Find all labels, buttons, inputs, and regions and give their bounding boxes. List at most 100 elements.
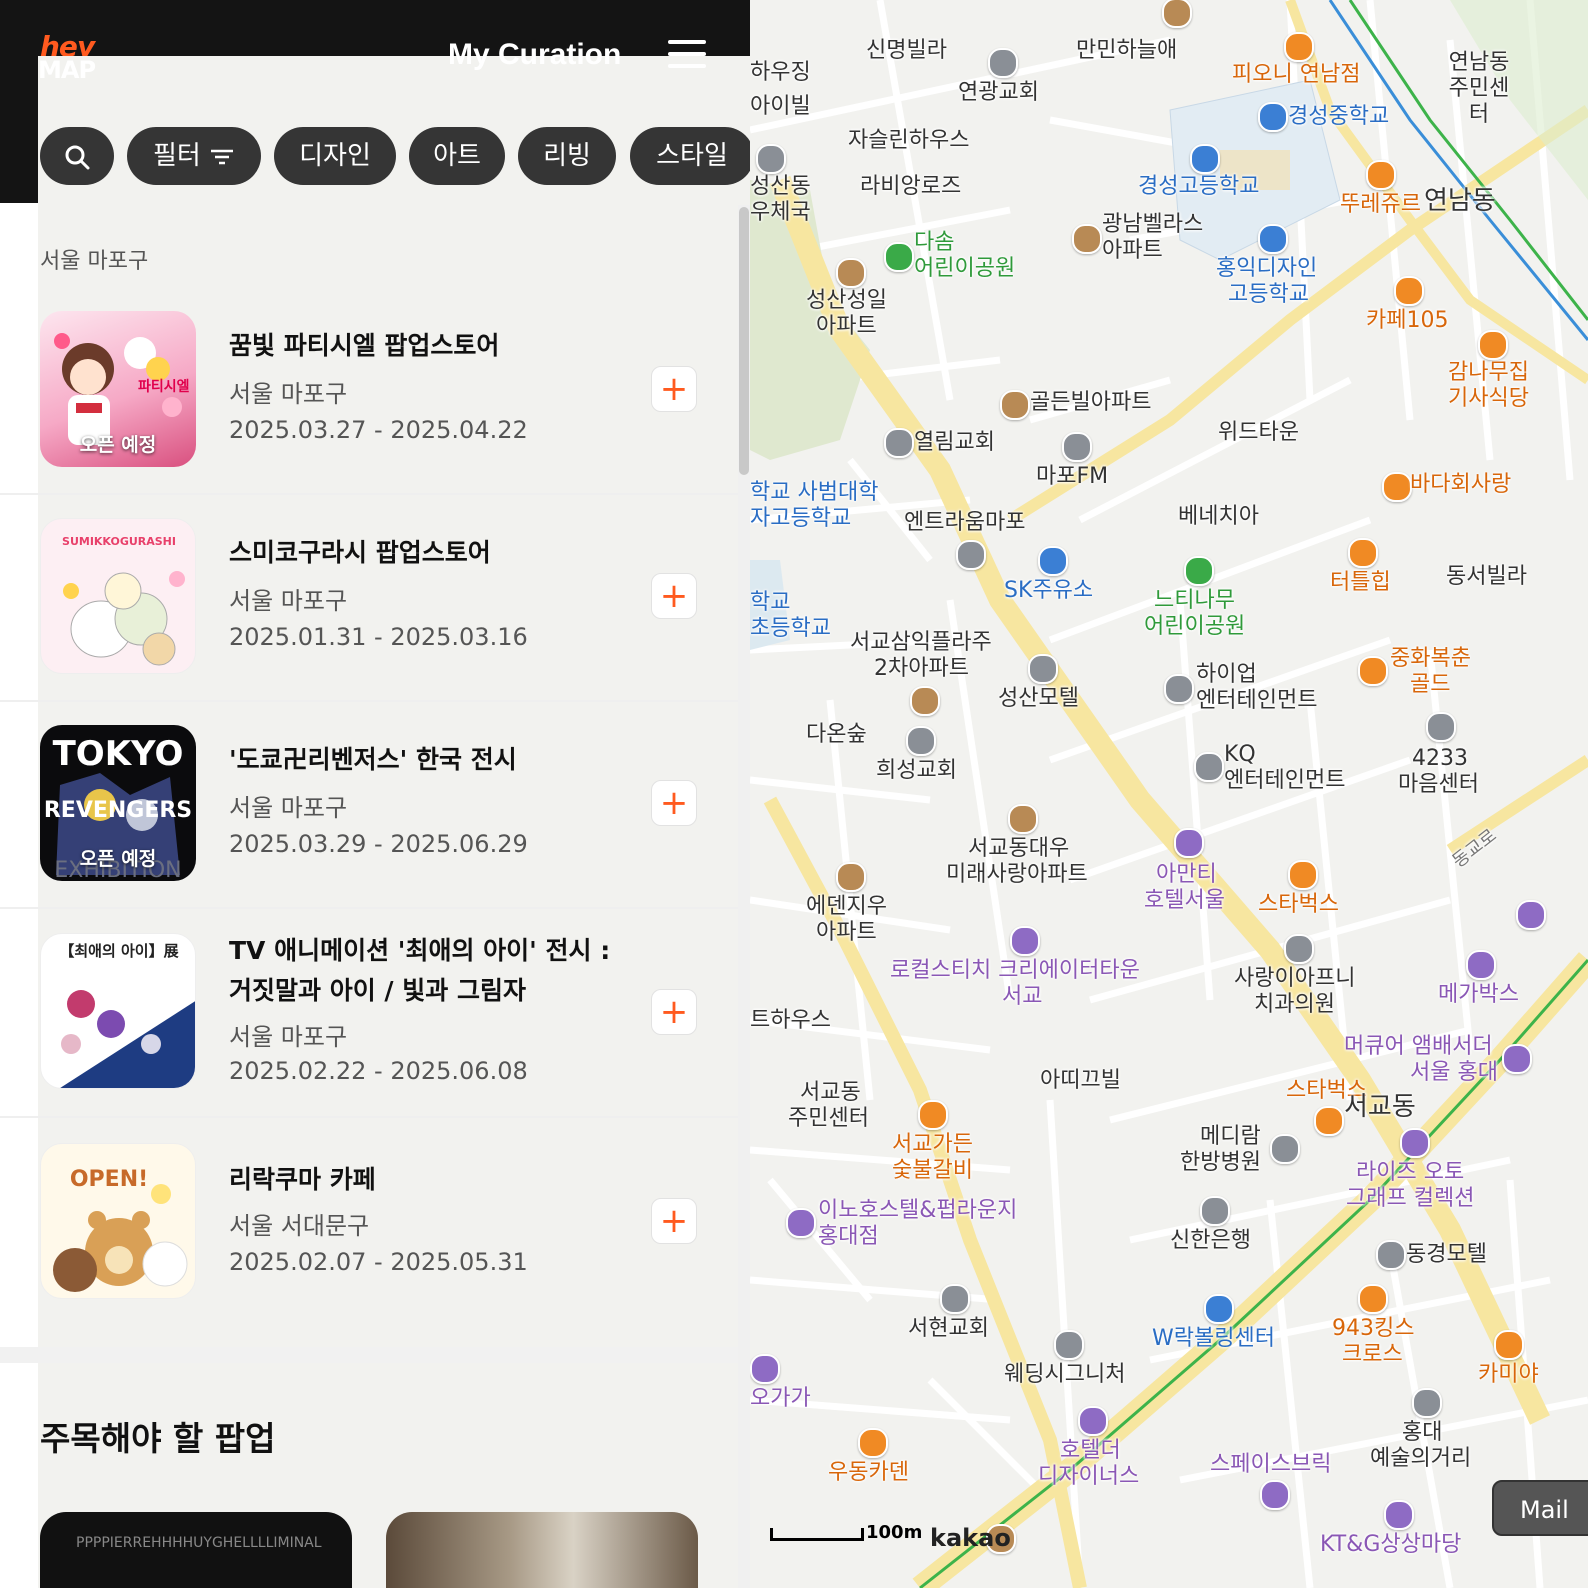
place-pin[interactable] <box>1054 1330 1084 1360</box>
map-label[interactable]: 4233 <box>1412 746 1468 772</box>
scrollbar-thumb[interactable] <box>739 207 749 475</box>
map-label[interactable]: 그래프 컬렉션 <box>1346 1186 1474 1212</box>
place-pin[interactable] <box>750 1354 780 1384</box>
map-label[interactable]: 우체국 <box>750 200 811 226</box>
search-button[interactable] <box>40 127 114 185</box>
filter-button[interactable]: 필터 <box>127 127 261 185</box>
popup-card[interactable]: PPPPIERREHHHHUYGHELLLLIMINAL <box>40 1512 352 1588</box>
map-label[interactable]: 오가가 <box>750 1386 811 1412</box>
place-pin[interactable] <box>1162 0 1192 28</box>
map-label[interactable]: 서교 <box>1002 984 1042 1010</box>
place-pin[interactable] <box>858 1428 888 1458</box>
map-label[interactable]: 엔트라움마포 <box>904 510 1025 536</box>
map-label[interactable]: 마음센터 <box>1398 772 1479 798</box>
place-pin[interactable] <box>1164 674 1194 704</box>
chip-style[interactable]: 스타일 <box>630 127 750 185</box>
place-pin[interactable] <box>884 428 914 458</box>
map-label[interactable]: 홍익디자인 <box>1216 256 1317 282</box>
map-label[interactable]: 호텔더 <box>1060 1438 1121 1464</box>
map-label[interactable]: 아띠끄빌 <box>1040 1068 1121 1094</box>
map-label[interactable]: 신한은행 <box>1170 1228 1251 1254</box>
map-label[interactable]: 동서빌라 <box>1446 564 1527 590</box>
place-pin[interactable] <box>1190 144 1220 174</box>
place-pin[interactable] <box>1426 712 1456 742</box>
place-pin[interactable] <box>1258 224 1288 254</box>
map-label[interactable]: 마포FM <box>1036 464 1108 490</box>
map-label[interactable]: 경성고등학교 <box>1138 174 1259 200</box>
map-label[interactable]: 아파트 <box>1102 238 1163 264</box>
place-pin[interactable] <box>1072 224 1102 254</box>
map-label[interactable]: 연남동 주민센터 <box>1444 50 1514 128</box>
map-label[interactable]: 치과의원 <box>1254 992 1335 1018</box>
place-pin[interactable] <box>1260 1480 1290 1510</box>
map-label[interactable]: 자슬린하우스 <box>848 128 969 154</box>
place-pin[interactable] <box>1494 1330 1524 1360</box>
place-pin[interactable] <box>918 1100 948 1130</box>
map-label[interactable]: 피오니 연남점 <box>1232 62 1360 88</box>
map-label[interactable]: 학교 사범대학 <box>750 480 878 506</box>
place-pin[interactable] <box>1348 538 1378 568</box>
map-label[interactable]: 학교 <box>750 590 790 616</box>
place-pin[interactable] <box>1078 1406 1108 1436</box>
place-pin[interactable] <box>1184 556 1214 586</box>
map-label[interactable]: 아파트 <box>816 314 877 340</box>
map-label[interactable]: 연광교회 <box>958 80 1039 106</box>
map-label[interactable]: 서교가든 <box>892 1132 973 1158</box>
list-item[interactable]: SUMIKKOGURASHI 스미코구라시 팝업스토어 서울 마포구 2025.… <box>0 493 738 702</box>
place-pin[interactable] <box>1466 950 1496 980</box>
map-label[interactable]: 성산모텔 <box>998 686 1079 712</box>
map-label[interactable]: 홍대 <box>1402 1420 1442 1446</box>
map-label[interactable]: KQ <box>1224 742 1256 768</box>
map-label[interactable]: 우동카덴 <box>828 1460 909 1486</box>
map-label[interactable]: 라이즈 오토 <box>1356 1160 1464 1186</box>
mail-button[interactable]: Mail <box>1492 1480 1588 1536</box>
map-label[interactable]: 서현교회 <box>908 1316 989 1342</box>
map-label[interactable]: 디자이너스 <box>1038 1464 1139 1490</box>
place-pin[interactable] <box>1478 330 1508 360</box>
map-label[interactable]: 트하우스 <box>750 1008 831 1034</box>
map-label[interactable]: 라비앙로즈 <box>860 174 961 200</box>
place-pin[interactable] <box>1258 102 1288 132</box>
map-label[interactable]: 미래사랑아파트 <box>946 862 1088 888</box>
place-pin[interactable] <box>1200 1196 1230 1226</box>
map-label[interactable]: 골든빌아파트 <box>1030 390 1151 416</box>
map-label[interactable]: SK주유소 <box>1004 578 1093 604</box>
map-label[interactable]: 머큐어 앰배서더 <box>1344 1034 1493 1060</box>
map-label[interactable]: 동경모텔 <box>1406 1242 1487 1268</box>
map-label[interactable]: KT&G상상마당 <box>1320 1532 1461 1558</box>
map-label[interactable]: 어린이공원 <box>1144 614 1245 640</box>
chip-design[interactable]: 디자인 <box>274 127 396 185</box>
place-pin[interactable] <box>1000 390 1030 420</box>
place-pin[interactable] <box>1028 654 1058 684</box>
map-label[interactable]: 초등학교 <box>750 616 831 642</box>
map-label[interactable]: 호텔서울 <box>1144 888 1225 914</box>
add-button[interactable]: + <box>651 1198 697 1244</box>
list-item[interactable]: OPEN! 리락쿠마 카페 서울 서대문구 2025.02.07 - 2025.… <box>0 1118 738 1325</box>
place-pin[interactable] <box>836 862 866 892</box>
map-label[interactable]: 성산성일 <box>806 288 887 314</box>
scrollbar[interactable] <box>738 205 750 1588</box>
map-label[interactable]: W락볼링센터 <box>1152 1326 1275 1352</box>
place-pin[interactable] <box>940 1284 970 1314</box>
map-label[interactable]: 메디람 <box>1200 1124 1261 1150</box>
map-label[interactable]: 연남동 <box>1424 188 1496 214</box>
map-label[interactable]: 자고등학교 <box>750 506 851 532</box>
map-label[interactable]: 베네치아 <box>1178 504 1259 530</box>
place-pin[interactable] <box>756 144 786 174</box>
chip-living[interactable]: 리빙 <box>518 127 616 185</box>
map-label[interactable]: 스타벅스 <box>1258 892 1339 918</box>
place-pin[interactable] <box>1270 1134 1300 1164</box>
map-label[interactable]: 서울 홍대 <box>1410 1060 1498 1086</box>
place-pin[interactable] <box>1288 860 1318 890</box>
place-pin[interactable] <box>1204 1294 1234 1324</box>
map-label[interactable]: 위드타운 <box>1218 420 1299 446</box>
menu-icon[interactable] <box>668 40 706 72</box>
map-label[interactable]: 중화복춘 <box>1390 646 1471 672</box>
map-label[interactable]: 주민센터 <box>788 1106 869 1132</box>
map-label[interactable]: 광남벨라스 <box>1102 212 1203 238</box>
map-label[interactable]: 메가박스 <box>1438 982 1519 1008</box>
map-label[interactable]: 신명빌라 <box>866 38 947 64</box>
map-label[interactable]: 다온숲 <box>806 722 867 748</box>
map-label[interactable]: 열림교회 <box>914 430 995 456</box>
place-pin[interactable] <box>1384 1500 1414 1530</box>
